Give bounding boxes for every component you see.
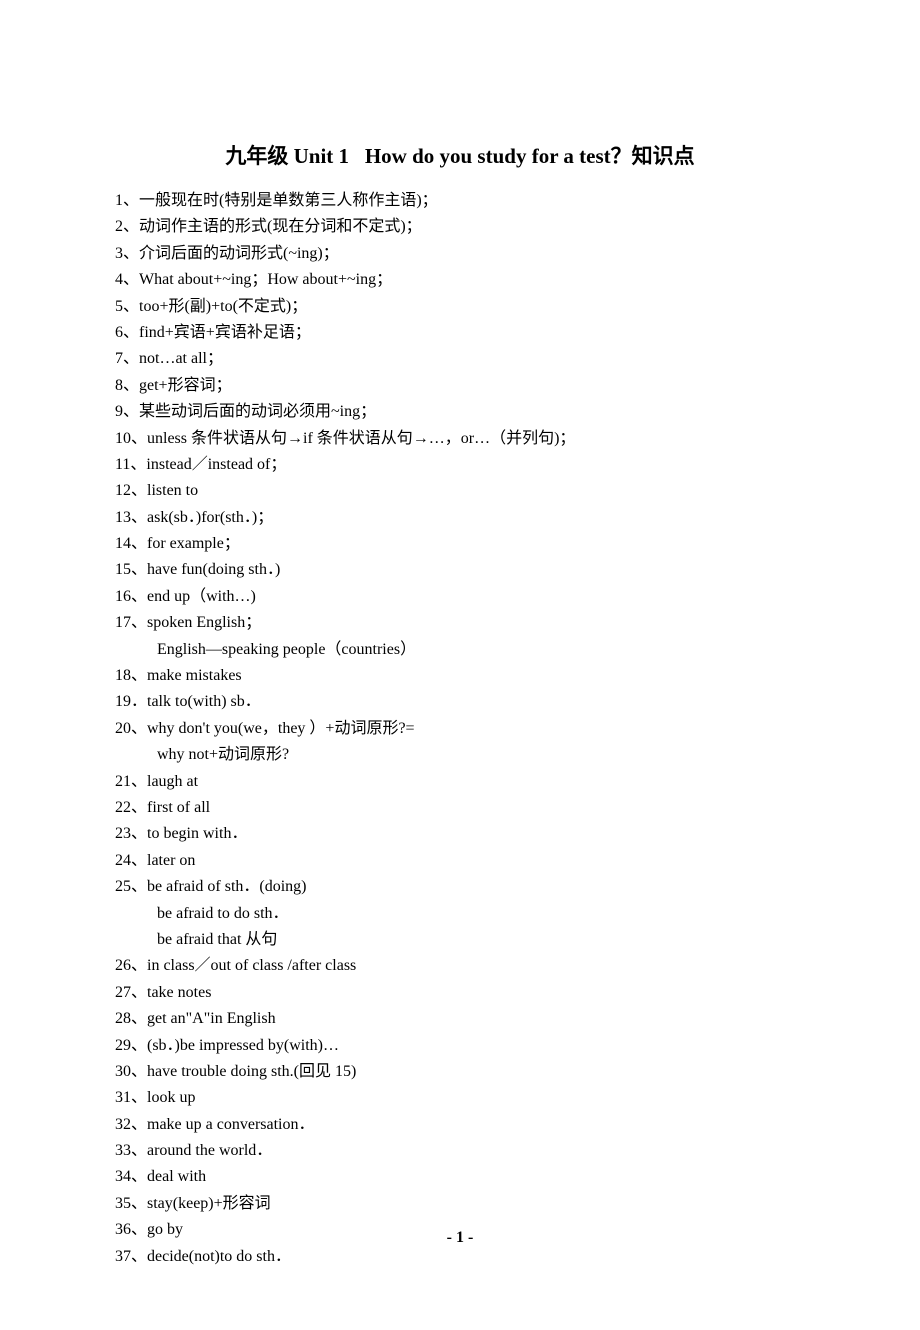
list-item: 27、take notes <box>115 980 805 1006</box>
list-item: 7、not…at all； <box>115 346 805 372</box>
list-item: 33、around the world． <box>115 1138 805 1164</box>
list-item: 9、某些动词后面的动词必须用~ing； <box>115 399 805 425</box>
list-item: 8、get+形容词； <box>115 373 805 399</box>
list-item: 13、ask(sb．)for(sth．)； <box>115 505 805 531</box>
list-item: 28、get an"A"in English <box>115 1006 805 1032</box>
title-english: How do you study for a test？ <box>365 144 632 168</box>
list-subitem: English—speaking people（countries） <box>115 637 805 663</box>
list-subitem: why not+动词原形? <box>115 742 805 768</box>
list-item: 30、have trouble doing sth.(回见 15) <box>115 1059 805 1085</box>
title-prefix: 九年级 <box>225 144 288 168</box>
list-item: 35、stay(keep)+形容词 <box>115 1191 805 1217</box>
list-subitem: be afraid to do sth． <box>115 901 805 927</box>
list-item: 18、make mistakes <box>115 663 805 689</box>
title-unit: Unit 1 <box>294 144 349 168</box>
list-item: 21、laugh at <box>115 769 805 795</box>
list-item: 17、spoken English； <box>115 610 805 636</box>
list-item: 31、look up <box>115 1085 805 1111</box>
list-item: 24、later on <box>115 848 805 874</box>
list-subitem: be afraid that 从句 <box>115 927 805 953</box>
list-item: 14、for example； <box>115 531 805 557</box>
list-item: 23、to begin with． <box>115 821 805 847</box>
list-item: 10、unless 条件状语从句→if 条件状语从句→…，or…（并列句)； <box>115 426 805 452</box>
list-item: 32、make up a conversation． <box>115 1112 805 1138</box>
list-item: 12、listen to <box>115 478 805 504</box>
list-item: 22、first of all <box>115 795 805 821</box>
list-item: 1、一般现在时(特别是单数第三人称作主语)； <box>115 188 805 214</box>
list-item: 15、have fun(doing sth．) <box>115 557 805 583</box>
list-item: 19．talk to(with) sb． <box>115 689 805 715</box>
list-item: 16、end up（with…) <box>115 584 805 610</box>
list-item: 3、介词后面的动词形式(~ing)； <box>115 241 805 267</box>
page-number: - 1 - <box>0 1229 920 1247</box>
document-title: 九年级 Unit 1 How do you study for a test？知… <box>115 140 805 170</box>
list-item: 5、too+形(副)+to(不定式)； <box>115 294 805 320</box>
list-item: 26、in class／out of class /after class <box>115 953 805 979</box>
list-item: 4、What about+~ing；How about+~ing； <box>115 267 805 293</box>
list-item: 6、find+宾语+宾语补足语； <box>115 320 805 346</box>
list-item: 34、deal with <box>115 1164 805 1190</box>
list-item: 29、(sb．)be impressed by(with)… <box>115 1033 805 1059</box>
list-item: 20、why don't you(we，they ）+动词原形?= <box>115 716 805 742</box>
knowledge-list: 1、一般现在时(特别是单数第三人称作主语)； 2、动词作主语的形式(现在分词和不… <box>115 188 805 1270</box>
list-item: 25、be afraid of sth．(doing) <box>115 874 805 900</box>
list-item: 37、decide(not)to do sth． <box>115 1244 805 1270</box>
list-item: 11、instead／instead of； <box>115 452 805 478</box>
list-item: 2、动词作主语的形式(现在分词和不定式)； <box>115 214 805 240</box>
title-suffix: 知识点 <box>632 144 695 168</box>
page-content: 九年级 Unit 1 How do you study for a test？知… <box>0 0 920 1330</box>
